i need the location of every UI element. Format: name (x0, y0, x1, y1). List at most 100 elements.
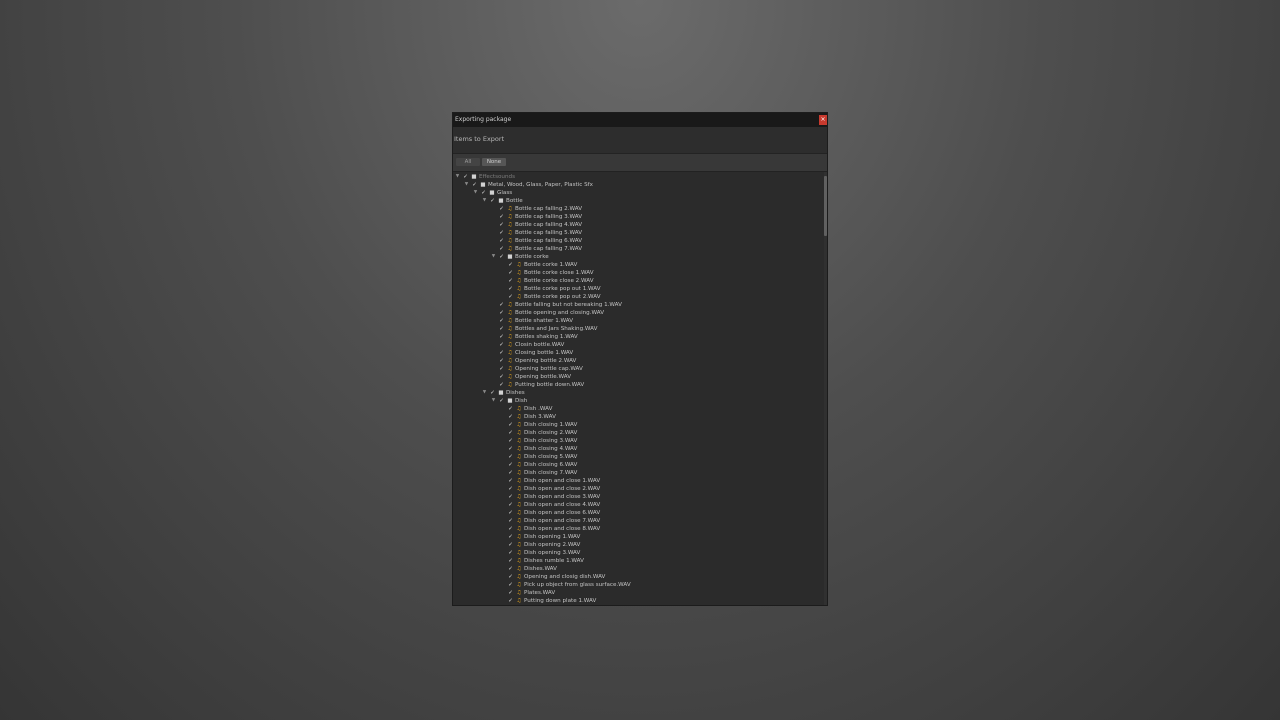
tree-file-row[interactable]: ✓ ♫ Dish .WAV (453, 405, 823, 413)
tree-file-row[interactable]: ✓ ♫ Bottle cap falling 6.WAV (453, 237, 823, 245)
checkbox-checked[interactable]: ✓ (508, 493, 513, 501)
expand-arrow-icon[interactable]: ▼ (464, 181, 469, 189)
checkbox-checked[interactable]: ✓ (490, 389, 495, 397)
checkbox-checked[interactable]: ✓ (499, 341, 504, 349)
checkbox-checked[interactable]: ✓ (499, 381, 504, 389)
checkbox-checked[interactable]: ✓ (508, 405, 513, 413)
checkbox-checked[interactable]: ✓ (481, 189, 486, 197)
tree-file-row[interactable]: ✓ ♫ Dish open and close 6.WAV (453, 509, 823, 517)
tree-file-row[interactable]: ✓ ♫ Dish opening 2.WAV (453, 541, 823, 549)
checkbox-checked[interactable]: ✓ (508, 549, 513, 557)
scrollbar-thumb[interactable] (824, 176, 827, 236)
tree-file-row[interactable]: ✓ ♫ Closing bottle 1.WAV (453, 349, 823, 357)
checkbox-checked[interactable]: ✓ (472, 181, 477, 189)
checkbox-checked[interactable]: ✓ (508, 525, 513, 533)
tree-file-row[interactable]: ✓ ♫ Plates.WAV (453, 589, 823, 597)
checkbox-checked[interactable]: ✓ (508, 453, 513, 461)
checkbox-checked[interactable]: ✓ (508, 429, 513, 437)
tree-file-row[interactable]: ✓ ♫ Bottle corke 1.WAV (453, 261, 823, 269)
tree-file-row[interactable]: ✓ ♫ Dish opening 3.WAV (453, 549, 823, 557)
tree-file-row[interactable]: ✓ ♫ Bottle cap falling 2.WAV (453, 205, 823, 213)
tree-file-row[interactable]: ✓ ♫ Dish closing 6.WAV (453, 461, 823, 469)
checkbox-checked[interactable]: ✓ (499, 253, 504, 261)
checkbox-checked[interactable]: ✓ (508, 461, 513, 469)
checkbox-checked[interactable]: ✓ (499, 229, 504, 237)
checkbox-checked[interactable]: ✓ (499, 349, 504, 357)
checkbox-checked[interactable]: ✓ (499, 373, 504, 381)
checkbox-checked[interactable]: ✓ (499, 333, 504, 341)
tree-file-row[interactable]: ✓ ♫ Dish open and close 1.WAV (453, 477, 823, 485)
checkbox-checked[interactable]: ✓ (508, 469, 513, 477)
tree-file-row[interactable]: ✓ ♫ Dish closing 1.WAV (453, 421, 823, 429)
tree-file-row[interactable]: ✓ ♫ Dish open and close 8.WAV (453, 525, 823, 533)
checkbox-checked[interactable]: ✓ (508, 541, 513, 549)
checkbox-checked[interactable]: ✓ (499, 213, 504, 221)
checkbox-checked[interactable]: ✓ (499, 317, 504, 325)
checkbox-checked[interactable]: ✓ (508, 277, 513, 285)
title-bar[interactable]: Exporting package × (453, 113, 827, 127)
tree-folder-row[interactable]: ▼ ✓ ■ Glass (453, 189, 823, 197)
checkbox-checked[interactable]: ✓ (508, 533, 513, 541)
tree-folder-row[interactable]: ▼ ✓ ■ Bottle corke (453, 253, 823, 261)
checkbox-checked[interactable]: ✓ (508, 573, 513, 581)
checkbox-checked[interactable]: ✓ (499, 301, 504, 309)
checkbox-checked[interactable]: ✓ (508, 485, 513, 493)
tree-file-row[interactable]: ✓ ♫ Putting bottle down.WAV (453, 381, 823, 389)
checkbox-checked[interactable]: ✓ (508, 597, 513, 605)
vertical-scrollbar[interactable] (824, 172, 827, 605)
tree-file-row[interactable]: ✓ ♫ Bottle cap falling 3.WAV (453, 213, 823, 221)
tree-file-row[interactable]: ✓ ♫ Dish closing 5.WAV (453, 453, 823, 461)
checkbox-checked[interactable]: ✓ (508, 285, 513, 293)
checkbox-checked[interactable]: ✓ (499, 309, 504, 317)
checkbox-checked[interactable]: ✓ (508, 421, 513, 429)
expand-arrow-icon[interactable]: ▼ (491, 397, 496, 405)
checkbox-checked[interactable]: ✓ (508, 509, 513, 517)
tree-file-row[interactable]: ✓ ♫ Bottle shatter 1.WAV (453, 317, 823, 325)
checkbox-checked[interactable]: ✓ (508, 445, 513, 453)
tree-file-row[interactable]: ✓ ♫ Dish open and close 7.WAV (453, 517, 823, 525)
checkbox-checked[interactable]: ✓ (508, 437, 513, 445)
tree-file-row[interactable]: ✓ ♫ Bottle cap falling 4.WAV (453, 221, 823, 229)
tree-folder-row[interactable]: ▼ ✓ ■ Bottle (453, 197, 823, 205)
tree-file-row[interactable]: ✓ ♫ Dish open and close 2.WAV (453, 485, 823, 493)
tree-file-row[interactable]: ✓ ♫ Bottles and Jars Shaking.WAV (453, 325, 823, 333)
tree-file-row[interactable]: ✓ ♫ Bottle cap falling 5.WAV (453, 229, 823, 237)
tree-file-row[interactable]: ✓ ♫ Opening and closig dish.WAV (453, 573, 823, 581)
tree-file-row[interactable]: ✓ ♫ Dish open and close 4.WAV (453, 501, 823, 509)
close-icon[interactable]: × (819, 115, 827, 125)
tree-file-row[interactable]: ✓ ♫ Bottle falling but not bereaking 1.WAV (453, 301, 823, 309)
tree-file-row[interactable]: ✓ ♫ Pick up object from glass surface.WAV (453, 581, 823, 589)
checkbox-checked[interactable]: ✓ (490, 197, 495, 205)
checkbox-checked[interactable]: ✓ (508, 413, 513, 421)
tree-file-row[interactable]: ✓ ♫ Opening bottle cap.WAV (453, 365, 823, 373)
tree-file-row[interactable]: ✓ ♫ Bottles shaking 1.WAV (453, 333, 823, 341)
tree-file-row[interactable]: ✓ ♫ Dish closing 3.WAV (453, 437, 823, 445)
checkbox-checked[interactable]: ✓ (463, 173, 468, 181)
tree-file-row[interactable]: ✓ ♫ Dish 3.WAV (453, 413, 823, 421)
checkbox-checked[interactable]: ✓ (499, 357, 504, 365)
checkbox-checked[interactable]: ✓ (499, 221, 504, 229)
tree-file-row[interactable]: ✓ ♫ Opening bottle 2.WAV (453, 357, 823, 365)
tree-folder-row[interactable]: ▼ ✓ ■ Dishes (453, 389, 823, 397)
checkbox-checked[interactable]: ✓ (499, 325, 504, 333)
tree-file-row[interactable]: ✓ ♫ Bottle corke pop out 2.WAV (453, 293, 823, 301)
tree-file-row[interactable]: ✓ ♫ Dish closing 4.WAV (453, 445, 823, 453)
checkbox-checked[interactable]: ✓ (508, 293, 513, 301)
tree-folder-row[interactable]: ▼ ✓ ■ Dish (453, 397, 823, 405)
tree-file-row[interactable]: ✓ ♫ Putting down plate 1.WAV (453, 597, 823, 605)
expand-arrow-icon[interactable]: ▼ (455, 173, 460, 181)
checkbox-checked[interactable]: ✓ (508, 557, 513, 565)
tree-file-row[interactable]: ✓ ♫ Dishes rumble 1.WAV (453, 557, 823, 565)
checkbox-checked[interactable]: ✓ (508, 581, 513, 589)
checkbox-checked[interactable]: ✓ (508, 589, 513, 597)
checkbox-checked[interactable]: ✓ (499, 205, 504, 213)
checkbox-checked[interactable]: ✓ (508, 565, 513, 573)
checkbox-checked[interactable]: ✓ (499, 365, 504, 373)
expand-arrow-icon[interactable]: ▼ (482, 389, 487, 397)
tree-file-row[interactable]: ✓ ♫ Bottle cap falling 7.WAV (453, 245, 823, 253)
select-all-button[interactable]: All (456, 158, 480, 166)
checkbox-checked[interactable]: ✓ (508, 501, 513, 509)
tree-file-row[interactable]: ✓ ♫ Bottle corke close 2.WAV (453, 277, 823, 285)
checkbox-checked[interactable]: ✓ (508, 517, 513, 525)
expand-arrow-icon[interactable]: ▼ (473, 189, 478, 197)
